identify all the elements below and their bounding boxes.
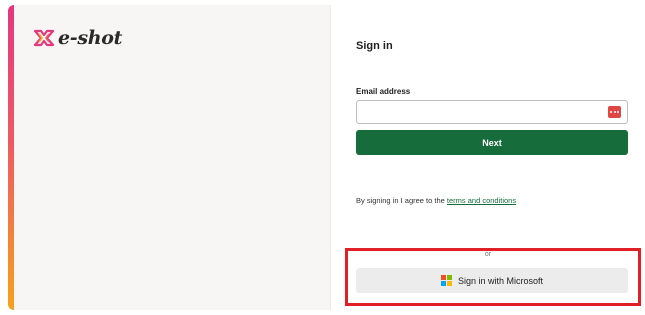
signin-page: e-shot Sign in Email address Next By sig… (0, 0, 645, 315)
email-field[interactable] (357, 101, 627, 123)
page-title: Sign in (356, 40, 393, 52)
password-manager-icon[interactable] (608, 106, 621, 118)
eshot-x-mark-icon (33, 29, 55, 47)
email-label: Email address (356, 87, 411, 96)
signin-form-panel: Sign in Email address Next By signing in… (331, 5, 645, 310)
brand-panel: e-shot (14, 5, 330, 310)
terms-prefix: By signing in I agree to the (356, 196, 447, 205)
sign-in-with-microsoft-button[interactable]: Sign in with Microsoft (356, 268, 628, 293)
signin-card: e-shot Sign in Email address Next By sig… (8, 5, 645, 310)
email-field-wrapper (356, 100, 628, 124)
or-separator: or (484, 251, 492, 258)
brand-name: e-shot (58, 27, 123, 49)
microsoft-button-label: Sign in with Microsoft (457, 275, 544, 286)
terms-link[interactable]: terms and conditions (447, 196, 516, 205)
brand-logo: e-shot (33, 27, 122, 49)
next-button[interactable]: Next (356, 130, 628, 155)
terms-text: By signing in I agree to the terms and c… (356, 196, 516, 205)
microsoft-logo-icon (440, 275, 452, 286)
